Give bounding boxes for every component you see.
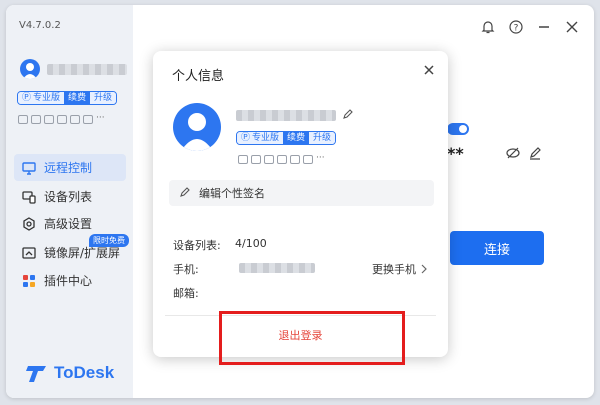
edit-signature-label: 编辑个性签名 (199, 187, 265, 200)
bell-icon[interactable] (480, 19, 496, 35)
p-icon: Ⓟ (22, 93, 32, 103)
brand-name: ToDesk (54, 363, 115, 382)
gear-icon (22, 216, 36, 231)
sidebar-item-label: 远程控制 (44, 161, 93, 175)
change-phone-link[interactable]: 更换手机 (372, 261, 428, 277)
sidebar-item-advanced-settings[interactable]: 高级设置 (14, 210, 126, 237)
renew-button[interactable]: 续费 (64, 92, 91, 104)
free-tag-badge: 限时免费 (89, 234, 129, 247)
todesk-logo-icon (26, 366, 46, 382)
pencil-icon (179, 186, 191, 201)
highlight-box (219, 311, 405, 365)
membership-badges: Ⓟ 专业版 续费 升级 (17, 91, 118, 105)
sidebar-item-plugin-center[interactable]: 插件中心 (14, 267, 126, 294)
membership-badges: Ⓟ 专业版 续费 升级 (236, 131, 337, 145)
username-blurred (236, 110, 336, 121)
device-list-label: 设备列表: (173, 239, 221, 252)
eye-off-icon[interactable] (506, 146, 520, 163)
monitor-icon (22, 161, 36, 175)
feature-icon (303, 155, 313, 164)
todesk-logo: ToDesk (26, 363, 114, 383)
app-window: V4.7.0.2 Ⓟ 专业版 续费 升级 ··· 远程控制 设备列表 高级设置 … (6, 5, 594, 398)
edit-name-icon[interactable] (342, 108, 354, 123)
feature-icon (70, 115, 80, 124)
feature-icon (238, 155, 248, 164)
more-icon[interactable]: ··· (96, 114, 106, 124)
edit-signature-button[interactable]: 编辑个性签名 (169, 180, 434, 206)
dialog-title: 个人信息 (172, 69, 225, 84)
feature-icons: ··· (238, 154, 326, 164)
sidebar-item-label: 高级设置 (44, 217, 93, 231)
sidebar: V4.7.0.2 Ⓟ 专业版 续费 升级 ··· 远程控制 设备列表 高级设置 … (6, 5, 133, 398)
plugin-icon (22, 274, 36, 288)
feature-icons: ··· (18, 114, 106, 124)
feature-icon (44, 115, 54, 124)
close-icon[interactable] (422, 63, 436, 77)
feature-icon (277, 155, 287, 164)
phone-blurred (239, 263, 315, 273)
sidebar-item-label: 设备列表 (44, 190, 93, 204)
close-icon[interactable] (564, 19, 580, 35)
edit-icon[interactable] (528, 146, 542, 163)
upgrade-button[interactable]: 升级 (90, 92, 117, 104)
version-label: V4.7.0.2 (19, 20, 61, 31)
email-label: 邮箱: (173, 287, 199, 300)
avatar[interactable] (20, 59, 40, 79)
minimize-icon[interactable] (536, 19, 552, 35)
feature-icon (57, 115, 67, 124)
feature-icon (31, 115, 41, 124)
feature-icon (83, 115, 93, 124)
toggle-switch[interactable] (447, 123, 469, 135)
help-icon[interactable]: ? (508, 19, 524, 35)
connect-button[interactable]: 连接 (450, 231, 544, 265)
feature-icon (251, 155, 261, 164)
pro-badge: Ⓟ 专业版 (18, 92, 65, 104)
renew-button[interactable]: 续费 (283, 132, 310, 144)
sidebar-item-remote-control[interactable]: 远程控制 (14, 154, 126, 181)
upgrade-button[interactable]: 升级 (309, 132, 336, 144)
chevron-right-icon (421, 264, 427, 274)
mirror-screen-icon (22, 246, 36, 260)
p-icon: Ⓟ (241, 133, 251, 143)
change-phone-label: 更换手机 (372, 263, 416, 276)
sidebar-item-label: 插件中心 (44, 274, 93, 288)
avatar[interactable] (173, 103, 221, 151)
feature-icon (18, 115, 28, 124)
more-icon[interactable]: ··· (316, 154, 326, 164)
feature-icon (264, 155, 274, 164)
svg-text:?: ? (514, 24, 519, 34)
window-controls: ? (480, 19, 580, 35)
sidebar-item-device-list[interactable]: 设备列表 (14, 183, 126, 210)
password-mask: ** (447, 144, 464, 163)
phone-label: 手机: (173, 263, 199, 276)
pro-badge: Ⓟ 专业版 (237, 132, 284, 144)
feature-icon (290, 155, 300, 164)
devices-icon (22, 190, 36, 204)
device-list-value: 4/100 (235, 237, 267, 250)
username-blurred (47, 64, 127, 75)
